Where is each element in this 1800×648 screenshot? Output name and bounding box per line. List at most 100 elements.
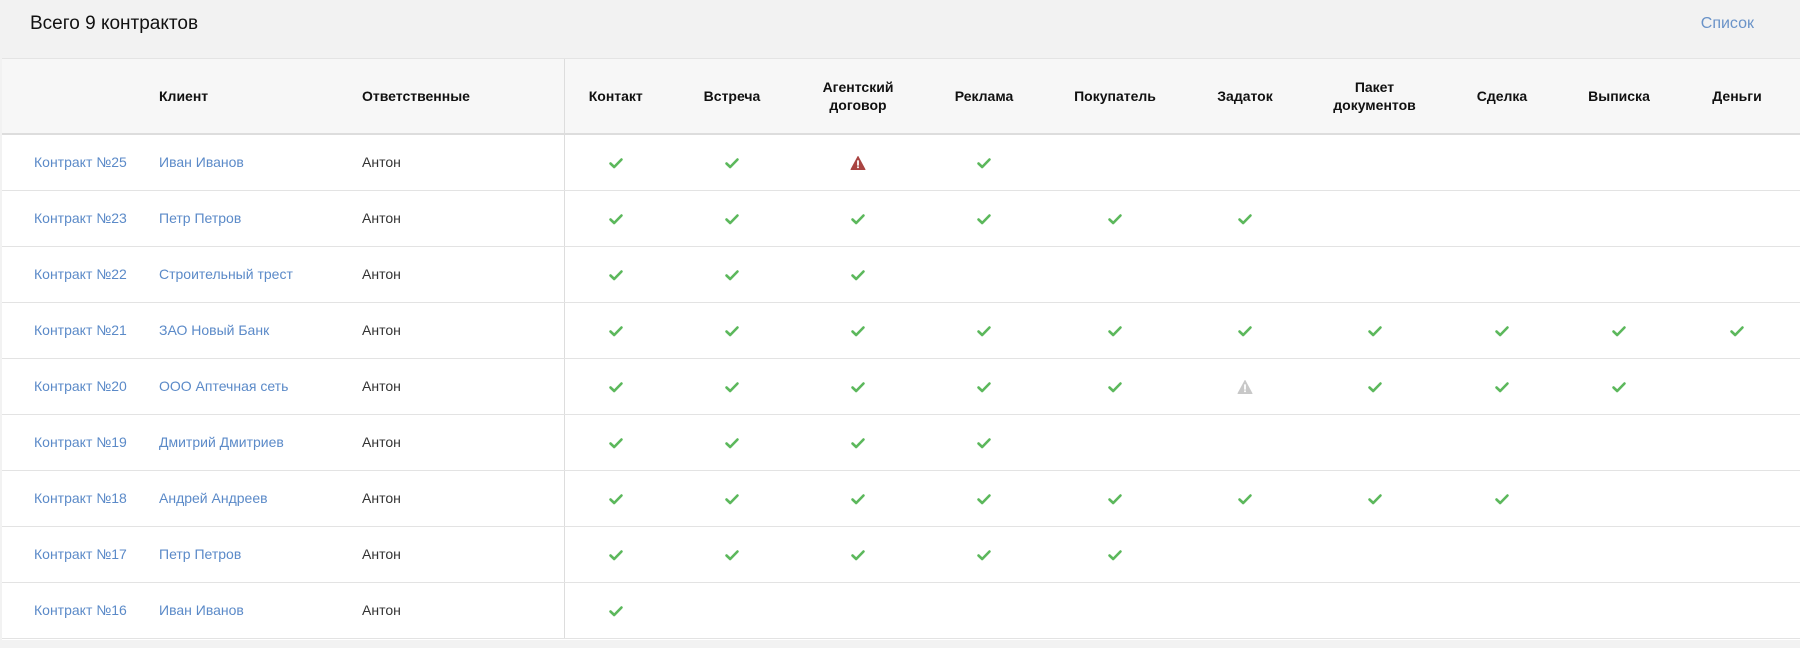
check-icon [851,493,865,504]
header-stage-label: Задаток [1217,88,1273,104]
cell-stage-2 [667,246,797,303]
cell-stage-5 [1049,470,1181,527]
cell-stage-7 [1309,526,1440,583]
client-link[interactable]: ЗАО Новый Банк [159,322,269,338]
contract-link[interactable]: Контракт №18 [34,490,127,506]
contract-link[interactable]: Контракт №16 [34,602,127,618]
cell-stage-7 [1309,470,1440,527]
contract-link[interactable]: Контракт №21 [34,322,127,338]
check-icon [1495,493,1509,504]
header-stage-label: Встреча [703,88,761,104]
header-stage-label: Агентский [822,79,894,95]
cell-stage-1 [564,470,667,527]
client-link[interactable]: Иван Иванов [159,154,244,170]
check-icon [1108,549,1122,560]
client-link[interactable]: Дмитрий Дмитриев [159,434,284,450]
page-title: Всего 9 контрактов [30,13,199,34]
cell-stage-2 [667,190,797,247]
cell-stage-9 [1564,582,1674,639]
check-icon [1367,325,1382,336]
warning-muted-icon [1237,379,1253,394]
contract-link[interactable]: Контракт №23 [34,210,127,226]
contract-link[interactable]: Контракт №25 [34,154,127,170]
check-icon [725,493,739,504]
cell-stage-2 [667,414,797,471]
responsible-name: Антон [362,266,401,282]
cell-stage-3 [797,246,919,303]
cell-client: Андрей Андреев [155,470,358,527]
client-link[interactable]: Петр Петров [159,546,241,562]
warning-icon [850,155,866,170]
cell-stage-2 [667,582,797,639]
header-stage-6: Задаток [1181,59,1309,135]
cell-stage-1 [564,134,667,191]
cell-stage-9 [1564,190,1674,247]
header-stage-7: Пакет документов [1309,59,1440,135]
cell-stage-1 [564,302,667,359]
client-link[interactable]: Андрей Андреев [159,490,268,506]
cell-client: Строительный трест [155,246,358,303]
client-link[interactable]: Строительный трест [159,266,293,282]
check-icon [725,381,739,392]
contract-link[interactable]: Контракт №19 [34,434,127,450]
check-icon [1108,213,1122,224]
table-row: Контракт №18 Андрей Андреев Антон [2,470,1800,527]
cell-stage-6 [1181,582,1309,639]
table-row: Контракт №23 Петр Петров Антон [2,190,1800,247]
contract-link[interactable]: Контракт №20 [34,378,127,394]
contract-link[interactable]: Контракт №22 [34,266,127,282]
cell-stage-2 [667,470,797,527]
list-view-link[interactable]: Список [1701,15,1754,33]
cell-stage-5 [1049,134,1181,191]
cell-stage-3 [797,190,919,247]
check-icon [1367,381,1382,392]
cell-stage-6 [1181,358,1309,415]
header-responsible: Ответственные [358,59,565,135]
client-link[interactable]: Иван Иванов [159,602,244,618]
cell-client: ЗАО Новый Банк [155,302,358,359]
cell-responsible: Антон [358,526,565,583]
table-row: Контракт №25 Иван Иванов Антон [2,134,1800,191]
header-stage-label: Покупатель [1074,88,1156,104]
check-icon [608,381,623,392]
check-icon [608,269,623,280]
header-contract [2,59,155,135]
check-icon [608,325,623,336]
header-stage-10: Деньги [1674,59,1800,135]
cell-stage-4 [919,414,1049,471]
check-icon [1108,381,1122,392]
cell-stage-7 [1309,302,1440,359]
check-icon [608,549,623,560]
responsible-name: Антон [362,322,401,338]
check-icon [608,158,623,169]
cell-stage-7 [1309,414,1440,471]
check-icon [851,381,865,392]
cell-stage-10 [1674,358,1800,415]
client-link[interactable]: ООО Аптечная сеть [159,378,288,394]
header-stage-label: Сделка [1476,88,1528,104]
cell-responsible: Антон [358,358,565,415]
header-stage-label: Пакет [1354,79,1395,95]
client-link[interactable]: Петр Петров [159,210,241,226]
cell-responsible: Антон [358,582,565,639]
check-icon [977,437,991,448]
cell-stage-7 [1309,190,1440,247]
check-icon [1730,325,1744,336]
cell-stage-8 [1440,302,1564,359]
cell-stage-5 [1049,526,1181,583]
cell-stage-10 [1674,470,1800,527]
page: Всего 9 контрактов Список Клиент Ответст… [0,0,1800,648]
check-icon [977,381,991,392]
contract-link[interactable]: Контракт №17 [34,546,127,562]
cell-stage-5 [1049,246,1181,303]
cell-stage-10 [1674,582,1800,639]
responsible-name: Антон [362,490,401,506]
check-icon [851,437,865,448]
cell-stage-9 [1564,302,1674,359]
table-row: Контракт №19 Дмитрий Дмитриев Антон [2,414,1800,471]
check-icon [977,325,991,336]
cell-stage-1 [564,246,667,303]
contracts-table: Клиент Ответственные Контакт Встреча Аге… [2,59,1800,639]
check-icon [1612,325,1626,336]
check-icon [725,158,739,169]
